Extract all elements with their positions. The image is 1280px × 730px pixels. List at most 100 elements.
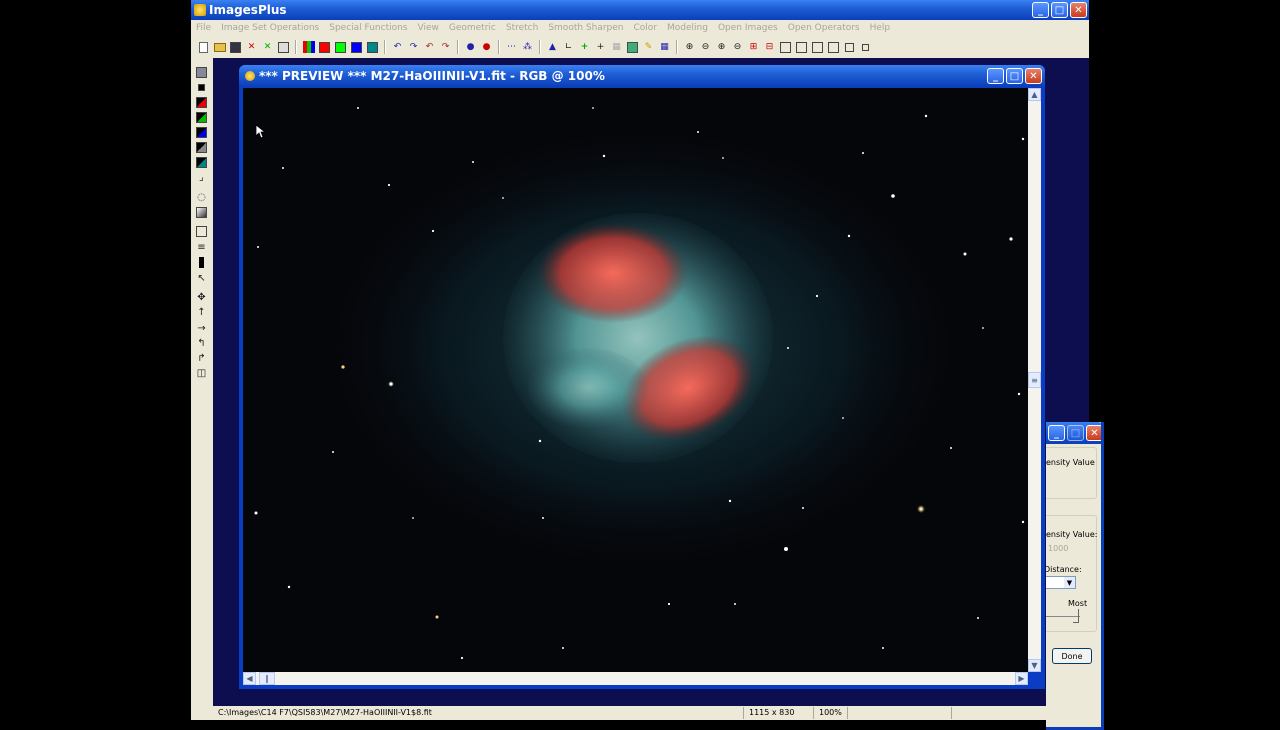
close-green-icon[interactable]: ✕	[261, 41, 274, 54]
zoom-out-icon[interactable]: ⊖	[699, 41, 712, 54]
menu-geometric[interactable]: Geometric	[444, 23, 501, 33]
dialog-minimize-button[interactable]: _	[1048, 425, 1065, 441]
menu-smooth-sharpen[interactable]: Smooth Sharpen	[543, 23, 628, 33]
menu-stretch[interactable]: Stretch	[501, 23, 543, 33]
most-label: Most	[1068, 599, 1088, 608]
grid-icon[interactable]: ▦	[610, 41, 623, 54]
done-button[interactable]: Done	[1052, 648, 1092, 664]
rotate-left-icon[interactable]: ↰	[195, 337, 208, 350]
scroll-down-button[interactable]: ▼	[1028, 659, 1041, 672]
frame-icon-1[interactable]	[779, 41, 792, 54]
horizontal-scroll-thumb[interactable]: ‖	[259, 672, 275, 685]
image-minimize-button[interactable]: _	[987, 68, 1004, 84]
mark-red-icon[interactable]: ●	[480, 41, 493, 54]
dialog-group-1	[1046, 447, 1097, 499]
zoom-fit-icon[interactable]: ⊕	[715, 41, 728, 54]
table-icon[interactable]: ▦	[658, 41, 671, 54]
align-icon[interactable]: ≡	[195, 241, 208, 254]
dialog-titlebar[interactable]: _ □ ✕	[1046, 422, 1101, 444]
arrow-up-icon[interactable]: ↑	[195, 306, 208, 319]
menu-special-functions[interactable]: Special Functions	[324, 23, 412, 33]
image-window-titlebar[interactable]: *** PREVIEW *** M27-HaOIIINII-V1.fit - R…	[239, 65, 1045, 87]
copy-icon[interactable]	[277, 41, 290, 54]
zoom-in-icon[interactable]: ⊕	[683, 41, 696, 54]
crop-icon[interactable]: ⌟	[195, 171, 208, 184]
luminance-layer-icon[interactable]	[195, 141, 208, 154]
luminance-channel-icon[interactable]	[366, 41, 379, 54]
menu-help[interactable]: Help	[865, 23, 896, 33]
menu-file[interactable]: File	[191, 23, 216, 33]
menu-open-operators[interactable]: Open Operators	[783, 23, 865, 33]
blue-layer-icon[interactable]	[195, 126, 208, 139]
scroll-up-button[interactable]: ▲	[1028, 88, 1041, 101]
horizontal-scrollbar[interactable]: ◀ ‖ ▶	[243, 672, 1028, 685]
image-close-button[interactable]: ✕	[1025, 68, 1042, 84]
pencil-icon[interactable]: ✎	[642, 41, 655, 54]
app-titlebar[interactable]: ImagesPlus _ □ ✕	[191, 0, 1089, 20]
minimize-button[interactable]: _	[1032, 2, 1049, 18]
select-rect-icon[interactable]	[195, 225, 208, 238]
frame-icon-2[interactable]	[795, 41, 808, 54]
scroll-left-button[interactable]: ◀	[243, 672, 256, 685]
image-canvas[interactable]	[243, 88, 1028, 672]
dialog-close-button[interactable]: ✕	[1086, 425, 1101, 441]
vertical-scroll-thumb[interactable]: ≡	[1028, 372, 1041, 388]
split-icon[interactable]: ◫	[195, 367, 208, 380]
undo-all-icon[interactable]: ↶	[423, 41, 436, 54]
rgb-channels-icon[interactable]	[302, 41, 315, 54]
green-channel-icon[interactable]	[334, 41, 347, 54]
gradient-icon[interactable]	[195, 206, 208, 219]
image-maximize-button[interactable]: □	[1006, 68, 1023, 84]
bucket-icon[interactable]: ◌	[195, 191, 208, 204]
histogram-icon[interactable]: ▲	[546, 41, 559, 54]
black-bar-icon[interactable]	[195, 256, 208, 269]
slider-thumb[interactable]	[1073, 609, 1079, 623]
redo-all-icon[interactable]: ↷	[439, 41, 452, 54]
frame-icon-6[interactable]	[859, 41, 872, 54]
dots-icon[interactable]: ⋯	[505, 41, 518, 54]
mark-blue-icon[interactable]: ●	[464, 41, 477, 54]
frame-icon-4[interactable]	[827, 41, 840, 54]
arrow-right-icon[interactable]: →	[195, 322, 208, 335]
open-folder-icon[interactable]	[213, 41, 226, 54]
close-red-icon[interactable]: ✕	[245, 41, 258, 54]
scroll-right-button[interactable]: ▶	[1015, 672, 1028, 685]
close-button[interactable]: ✕	[1070, 2, 1087, 18]
zoom-actual-icon[interactable]: ⊖	[731, 41, 744, 54]
menu-color[interactable]: Color	[629, 23, 663, 33]
green-layer-icon[interactable]	[195, 111, 208, 124]
blue-channel-icon[interactable]	[350, 41, 363, 54]
teal-layer-icon[interactable]	[195, 156, 208, 169]
intensity-value-field[interactable]: 1000	[1048, 544, 1068, 553]
dialog-maximize-button[interactable]: □	[1067, 425, 1084, 441]
left-toolbar: ⌟ ◌ ≡ ↖ ✥ ↑ → ↰ ↱ ◫	[191, 58, 213, 706]
photo-icon[interactable]	[626, 41, 639, 54]
rotate-right-icon[interactable]: ↱	[195, 352, 208, 365]
new-file-icon[interactable]	[197, 41, 210, 54]
save-icon[interactable]	[229, 41, 242, 54]
distance-select[interactable]: ▼	[1046, 576, 1076, 589]
black-square-icon[interactable]	[195, 81, 208, 94]
pointer-red-icon[interactable]: ↖	[195, 272, 208, 285]
menu-image-set-operations[interactable]: Image Set Operations	[216, 23, 324, 33]
red-layer-icon[interactable]	[195, 96, 208, 109]
crosshair-green-icon[interactable]: +	[578, 41, 591, 54]
star-pattern-icon[interactable]: ⁂	[521, 41, 534, 54]
collapse-red-icon[interactable]: ⊟	[763, 41, 776, 54]
red-channel-icon[interactable]	[318, 41, 331, 54]
save-icon[interactable]	[195, 66, 208, 79]
menu-open-images[interactable]: Open Images	[713, 23, 783, 33]
intensity-label-2: ensity Value:	[1046, 530, 1098, 539]
curves-icon[interactable]: ∟	[562, 41, 575, 54]
move-icon[interactable]: ✥	[195, 291, 208, 304]
frame-icon-5[interactable]	[843, 41, 856, 54]
undo-icon[interactable]: ↶	[391, 41, 404, 54]
redo-icon[interactable]: ↷	[407, 41, 420, 54]
expand-red-icon[interactable]: ⊞	[747, 41, 760, 54]
crosshair-icon[interactable]: +	[594, 41, 607, 54]
maximize-button[interactable]: □	[1051, 2, 1068, 18]
vertical-scrollbar[interactable]: ▲ ≡ ▼	[1028, 88, 1041, 672]
menu-modeling[interactable]: Modeling	[662, 23, 713, 33]
frame-icon-3[interactable]	[811, 41, 824, 54]
menu-view[interactable]: View	[413, 23, 444, 33]
